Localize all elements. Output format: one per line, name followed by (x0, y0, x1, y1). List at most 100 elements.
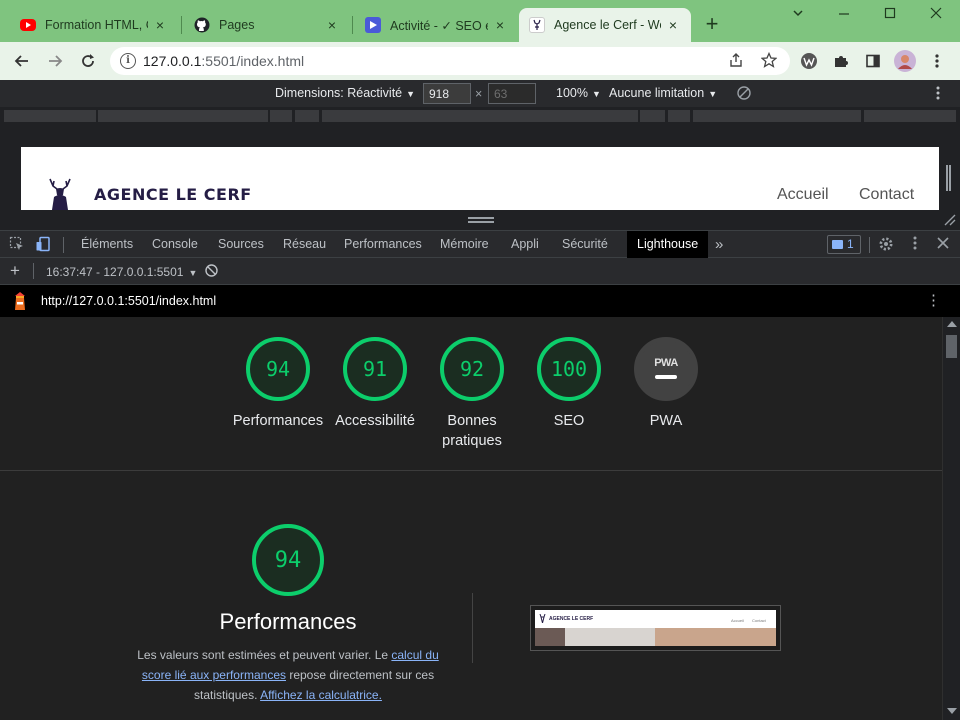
throttle-label: Aucune limitation (609, 86, 705, 100)
gauge-accessibility[interactable]: 91 Accessibilité (327, 337, 423, 431)
scroll-down-icon[interactable] (947, 708, 957, 714)
gauge-pwa[interactable]: PWA PWA (618, 337, 714, 431)
forward-icon[interactable] (42, 48, 68, 74)
tab-elements[interactable]: Éléments (81, 231, 133, 258)
pwa-badge: PWA (634, 337, 698, 401)
address-url[interactable]: 127.0.0.1:5501/index.html (143, 53, 304, 69)
lighthouse-toolbar: + 16:37:47 - 127.0.0.1:5501 ▼ (0, 258, 960, 285)
gauge-seo[interactable]: 100 SEO (521, 337, 617, 431)
close-tab-icon[interactable]: × (492, 17, 508, 33)
dimensions-dropdown[interactable]: Dimensions: Réactivité ▼ (275, 86, 415, 100)
media-query-segment[interactable] (668, 110, 690, 122)
back-icon[interactable] (9, 48, 35, 74)
width-input[interactable]: 918 (423, 83, 471, 104)
rotate-icon[interactable] (736, 85, 752, 104)
performance-main-gauge: 94 (252, 524, 324, 596)
site-brand[interactable]: AGENCE LE CERF (94, 185, 252, 204)
device-mode-icon[interactable] (34, 236, 52, 254)
calculator-link[interactable]: Affichez la calculatrice. (260, 688, 382, 702)
times-sign: × (475, 87, 483, 101)
score-ring: 94 (246, 337, 310, 401)
viewport-bottom-resize-handle[interactable] (468, 217, 494, 223)
tab-application[interactable]: Appli (511, 231, 539, 258)
score-value: 91 (362, 357, 388, 381)
nav-link-contact[interactable]: Contact (859, 186, 914, 204)
nav-link-accueil[interactable]: Accueil (777, 186, 829, 204)
performance-description: Les valeurs sont estimées et peuvent var… (128, 645, 448, 705)
score-ring: 92 (440, 337, 504, 401)
score-value: 94 (265, 357, 291, 381)
thumbnail-page: AGENCE LE CERF Accueil Contact (535, 610, 776, 646)
tab-console[interactable]: Console (152, 231, 198, 258)
zoom-dropdown[interactable]: 100% ▼ (556, 86, 601, 100)
media-query-segment[interactable] (4, 110, 96, 122)
tab-search-icon[interactable] (786, 6, 810, 26)
tab-memory[interactable]: Mémoire (440, 231, 489, 258)
report-menu-icon[interactable]: ⋮ (926, 292, 941, 310)
more-tabs-icon[interactable]: » (715, 231, 723, 258)
close-devtools-icon[interactable] (934, 236, 952, 254)
tab-network[interactable]: Réseau (283, 231, 326, 258)
close-tab-icon[interactable]: × (665, 17, 681, 33)
customize-devtools-icon[interactable] (906, 236, 924, 254)
media-query-segment[interactable] (322, 110, 638, 122)
scroll-up-icon[interactable] (947, 321, 957, 327)
address-bar[interactable]: i 127.0.0.1:5501/index.html (110, 47, 790, 75)
browser-tab[interactable]: Pages × (184, 8, 350, 42)
report-url[interactable]: http://127.0.0.1:5501/index.html (41, 294, 216, 308)
browser-tab-active[interactable]: Agence le Cerf - We × (519, 8, 691, 42)
media-query-segment[interactable] (270, 110, 292, 122)
tab-performance[interactable]: Performances (344, 231, 422, 258)
thumbnail-nav: Accueil (731, 618, 744, 623)
message-icon (832, 240, 843, 249)
page-screenshot-thumbnail[interactable]: AGENCE LE CERF Accueil Contact (530, 605, 781, 651)
tab-lighthouse[interactable]: Lighthouse (627, 231, 709, 258)
close-tab-icon[interactable]: × (324, 17, 340, 33)
device-toolbar: Dimensions: Réactivité ▼ 918 × 63 100% ▼ A… (0, 80, 960, 107)
tab-security[interactable]: Sécurité (562, 231, 608, 258)
gauge-best-practices[interactable]: 92 Bonnes pratiques (424, 337, 520, 451)
scroll-thumb[interactable] (946, 335, 957, 358)
chrome-menu-icon[interactable] (924, 48, 950, 74)
browser-tab[interactable]: Activité - ✓ SEO é × (355, 8, 518, 42)
settings-gear-icon[interactable] (877, 236, 895, 254)
bookmark-star-icon[interactable] (760, 51, 778, 70)
performance-score: 94 (274, 547, 302, 573)
minimize-icon[interactable] (832, 6, 856, 26)
media-query-segment[interactable] (295, 110, 319, 122)
media-query-segment[interactable] (864, 110, 956, 122)
viewport-corner-resize-handle[interactable] (944, 214, 956, 226)
browser-tab[interactable]: Formation HTML, CSS × (10, 8, 178, 42)
viewport-right-resize-handle[interactable] (946, 165, 951, 191)
clear-reports-icon[interactable] (205, 264, 218, 280)
media-query-segment[interactable] (98, 110, 268, 122)
side-panel-icon[interactable] (860, 48, 886, 74)
close-window-icon[interactable] (924, 6, 948, 26)
gauge-label: Performances (232, 413, 324, 429)
maximize-icon[interactable] (878, 6, 902, 26)
inspect-element-icon[interactable] (8, 236, 26, 254)
tab-sources[interactable]: Sources (218, 231, 264, 258)
issues-badge[interactable]: 1 (827, 235, 861, 254)
reload-icon[interactable] (75, 48, 101, 74)
vertical-divider (472, 593, 473, 663)
new-report-icon[interactable]: + (10, 261, 20, 281)
media-query-segment[interactable] (693, 110, 861, 122)
new-tab-icon[interactable]: + (700, 13, 724, 37)
url-path: :5501/index.html (201, 53, 305, 69)
extensions-puzzle-icon[interactable] (828, 48, 854, 74)
gauge-performance[interactable]: 94 Performances (230, 337, 326, 431)
profile-avatar[interactable] (892, 48, 918, 74)
close-tab-icon[interactable]: × (152, 17, 168, 33)
site-page: AGENCE LE CERF Accueil Contact (21, 147, 939, 210)
report-scrollbar[interactable] (942, 317, 960, 720)
device-toolbar-menu-icon[interactable] (936, 86, 940, 103)
media-query-segment[interactable] (640, 110, 665, 122)
separator (63, 237, 64, 253)
height-input[interactable]: 63 (488, 83, 536, 104)
share-icon[interactable] (727, 52, 745, 70)
site-info-icon[interactable]: i (120, 53, 136, 69)
throttle-dropdown[interactable]: Aucune limitation ▼ (609, 86, 717, 100)
wappalyzer-extension-icon[interactable] (796, 48, 822, 74)
report-select[interactable]: 16:37:47 - 127.0.0.1:5501 ▼ (46, 265, 197, 279)
